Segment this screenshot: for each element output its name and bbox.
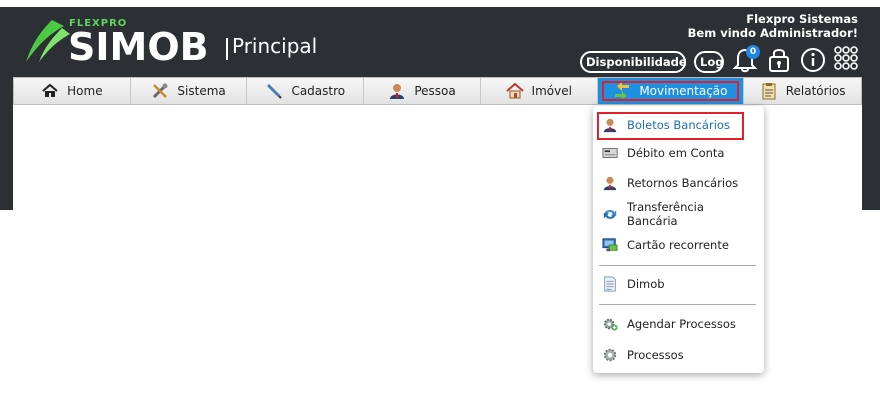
menu-label: Agendar Processos bbox=[627, 317, 736, 331]
person-icon bbox=[603, 176, 617, 191]
menu-item-cartao-recorrente[interactable]: Cartão recorrente bbox=[599, 233, 758, 257]
nav-item-movimentacao[interactable]: Movimentação bbox=[597, 78, 745, 104]
menu-label: Processos bbox=[627, 348, 684, 362]
availability-button[interactable]: Disponibilidade bbox=[580, 51, 687, 73]
welcome-text: Bem vindo Administrador! bbox=[687, 26, 858, 40]
menu-label: Dimob bbox=[627, 277, 665, 291]
nav-item-home[interactable]: Home bbox=[14, 78, 131, 104]
menu-label: Boletos Bancários bbox=[627, 118, 730, 132]
menu-item-processos[interactable]: Processos bbox=[599, 343, 758, 367]
nav-item-pessoa[interactable]: Pessoa bbox=[364, 78, 481, 104]
menu-item-debito-em-conta[interactable]: Débito em Conta bbox=[599, 141, 758, 165]
log-button[interactable]: Log bbox=[694, 51, 724, 73]
menu-item-retornos-bancarios[interactable]: Retornos Bancários bbox=[599, 171, 758, 195]
logo-swoosh-icon bbox=[26, 20, 70, 62]
logo-brand-main: SIMOB bbox=[68, 25, 209, 69]
menu-label: Transferência Bancária bbox=[627, 200, 704, 228]
person-icon bbox=[603, 118, 617, 133]
menu-label: Retornos Bancários bbox=[627, 176, 739, 190]
company-name: Flexpro Sistemas bbox=[746, 12, 858, 26]
movimentacao-dropdown: Boletos Bancários Débito em Conta Retorn… bbox=[593, 106, 764, 373]
nav-label-relatorios: Relatórios bbox=[785, 84, 846, 98]
notification-badge: 0 bbox=[746, 45, 760, 59]
nav-item-cadastro[interactable]: Cadastro bbox=[247, 78, 365, 104]
nav-label-imovel: Imóvel bbox=[531, 84, 572, 98]
menu-label: Cartão recorrente bbox=[627, 238, 729, 252]
top-strip bbox=[0, 0, 880, 7]
nav-label-pessoa: Pessoa bbox=[414, 84, 456, 98]
main-nav: Home Sistema Cadastro Pessoa Imóvel Movi… bbox=[13, 77, 862, 105]
nav-label-cadastro: Cadastro bbox=[291, 84, 346, 98]
menu-item-boletos-bancarios[interactable]: Boletos Bancários bbox=[597, 112, 758, 140]
menu-separator bbox=[599, 304, 756, 305]
tools-icon bbox=[153, 83, 168, 99]
person-icon bbox=[390, 84, 405, 99]
gear-icon bbox=[603, 348, 617, 362]
monitor-card-icon bbox=[602, 238, 618, 252]
nav-label-home: Home bbox=[67, 84, 103, 98]
pen-icon bbox=[267, 83, 283, 99]
transfer-icon bbox=[603, 210, 617, 219]
menu-item-dimob[interactable]: Dimob bbox=[599, 272, 758, 296]
house-icon bbox=[505, 82, 524, 99]
nav-item-relatorios[interactable]: Relatórios bbox=[744, 78, 861, 104]
nav-label-movimentacao: Movimentação bbox=[639, 84, 728, 98]
logo-divider bbox=[226, 38, 228, 60]
document-icon bbox=[604, 276, 616, 292]
info-icon[interactable] bbox=[799, 45, 827, 73]
nav-label-sistema: Sistema bbox=[177, 84, 226, 98]
menu-item-agendar-processos[interactable]: Agendar Processos bbox=[599, 312, 758, 336]
nav-item-imovel[interactable]: Imóvel bbox=[480, 78, 598, 104]
home-icon bbox=[42, 83, 58, 97]
user-info: Flexpro Sistemas Bem vindo Administrador… bbox=[688, 12, 858, 40]
menu-item-transferencia-bancaria[interactable]: Transferência Bancária bbox=[599, 200, 758, 228]
gear-add-icon bbox=[603, 318, 618, 331]
report-icon bbox=[762, 83, 776, 100]
apps-grid-icon[interactable] bbox=[833, 45, 859, 73]
lock-icon[interactable] bbox=[766, 45, 792, 73]
menu-label: Débito em Conta bbox=[627, 146, 725, 160]
card-icon bbox=[602, 148, 618, 158]
menu-separator bbox=[599, 265, 756, 266]
page-title: Principal bbox=[232, 34, 318, 58]
nav-item-sistema[interactable]: Sistema bbox=[130, 78, 248, 104]
exchange-icon bbox=[615, 82, 630, 99]
